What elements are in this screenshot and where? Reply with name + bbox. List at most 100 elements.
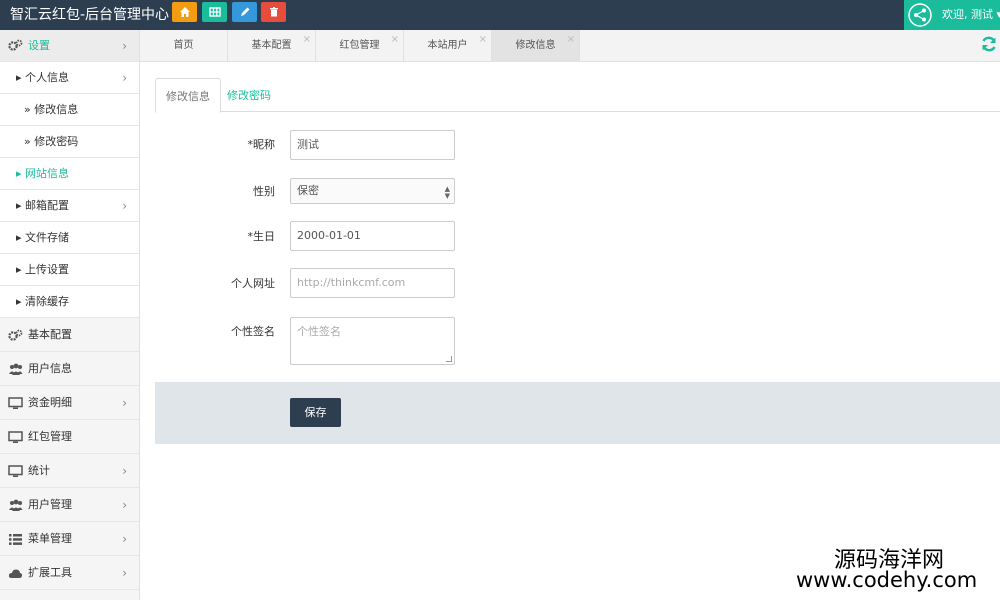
sidebar-item-fund-details[interactable]: 资金明细 › [0,386,139,420]
sidebar-item-basic-config[interactable]: 基本配置 [0,318,139,352]
sidebar-item-label: 用户信息 [28,362,72,375]
birthday-label: *生日 [247,230,276,243]
home-button[interactable] [172,2,197,22]
app-title: 智汇云红包-后台管理中心 [10,7,170,23]
chevron-right-icon: › [122,199,127,213]
nickname-label: *昵称 [247,138,276,151]
gender-select-value: 保密 [297,184,319,197]
website-label: 个人网址 [231,277,275,290]
chevron-right-icon: › [122,464,127,478]
share-icon [908,3,932,27]
sidebar-item-label: 基本配置 [28,328,72,341]
tab-label: 红包管理 [339,40,380,51]
sidebar-item-file-storage[interactable]: ▸ 文件存储 [0,222,139,254]
gear-icon [8,329,23,345]
sidebar-item-label: 扩展工具 [28,566,72,579]
grid-icon [208,7,221,17]
signature-textarea[interactable]: 个性签名 [290,317,455,365]
tab-label: 首页 [173,40,194,51]
tab-edit-info[interactable]: 修改信息 × [492,30,580,62]
tab-basic-config[interactable]: 基本配置 × [228,30,316,62]
monitor-icon [8,465,23,481]
sidebar-item-label: » 修改密码 [24,126,78,158]
tab-site-users[interactable]: 本站用户 × [404,30,492,62]
sidebar-item-text: 邮箱配置 [25,199,70,212]
tab-edit-info-form[interactable]: 修改信息 [155,78,221,113]
watermark-url: www.codehy.com [796,568,978,592]
sidebar-item-label: 资金明细 [28,396,72,409]
sidebar-item-text: 文件存储 [25,231,70,244]
tab-redpacket-mgmt[interactable]: 红包管理 × [316,30,404,62]
tab-home[interactable]: 首页 [140,30,228,62]
sidebar-item-text: 修改信息 [34,103,79,116]
form-tabs: 修改信息 修改密码 [155,78,1000,113]
sidebar-item-label: 菜单管理 [28,532,72,545]
tab-label: 修改信息 [515,40,556,51]
sidebar-item-label: 红包管理 [28,430,72,443]
form-actions [155,382,1000,444]
tab-label: 基本配置 [251,40,292,51]
sidebar-item-label: 统计 [28,464,50,477]
nickname-input[interactable]: 测试 [290,130,455,160]
sidebar-item-settings[interactable]: 设置 › [0,30,139,62]
delete-button[interactable] [261,2,286,22]
sidebar-item-change-password[interactable]: » 修改密码 [0,126,139,158]
sidebar-item-text: 修改密码 [34,135,79,148]
chevron-right-icon: › [122,396,127,410]
sidebar-item-clear-cache[interactable]: ▸ 清除缓存 [0,286,139,318]
sidebar-item-redpacket-mgmt[interactable]: 红包管理 [0,420,139,454]
edit-button[interactable] [232,2,257,22]
close-icon[interactable]: × [303,24,311,56]
users-icon [8,499,23,515]
resize-handle[interactable] [446,356,452,362]
sidebar-item-email-config[interactable]: ▸ 邮箱配置 › [0,190,139,222]
sidebar-item-personal-info[interactable]: ▸ 个人信息 › [0,62,139,94]
website-input[interactable]: http://thinkcmf.com [290,268,455,298]
sidebar-item-label: » 修改信息 [24,94,78,126]
sidebar-item-edit-info[interactable]: » 修改信息 [0,94,139,126]
double-chevron-icon: » [24,135,35,148]
chevron-right-icon: › [122,498,127,512]
refresh-icon[interactable] [980,35,998,53]
top-bar: 智汇云红包-后台管理中心 欢迎, 测试 ▾ [0,0,1000,30]
gender-label: 性别 [253,185,275,198]
chevron-right-icon: › [122,566,127,580]
sidebar-item-menu-mgmt[interactable]: 菜单管理 › [0,522,139,556]
sidebar-item-label: ▸ 文件存储 [16,222,69,254]
sidebar-item-extensions[interactable]: 扩展工具 › [0,556,139,590]
sidebar-item-user-mgmt[interactable]: 用户管理 › [0,488,139,522]
close-icon[interactable]: × [479,24,487,56]
birthday-input[interactable]: 2000-01-01 [290,221,455,251]
sidebar-item-statistics[interactable]: 统计 › [0,454,139,488]
sidebar-item-label: ▸ 上传设置 [16,254,69,286]
chevron-right-icon: › [122,71,127,85]
sidebar-item-label: 设置 [28,39,50,52]
user-menu[interactable]: 欢迎, 测试 ▾ [904,0,1000,30]
sidebar-item-user-info[interactable]: 用户信息 [0,352,139,386]
close-icon[interactable]: × [567,24,575,56]
caret-right-icon: ▸ [16,167,26,180]
close-icon[interactable]: × [391,24,399,56]
sidebar-item-label: ▸ 个人信息 [16,62,69,94]
welcome-text: 欢迎, 测试 [942,8,993,21]
tab-change-password[interactable]: 修改密码 [217,78,281,113]
tab-label: 本站用户 [427,40,468,51]
signature-label: 个性签名 [231,325,275,338]
double-chevron-icon: » [24,103,35,116]
monitor-icon [8,431,23,447]
sidebar-item-upload-settings[interactable]: ▸ 上传设置 [0,254,139,286]
gender-select[interactable]: 保密 ▲ ▼ [290,178,455,204]
sidebar-item-label: ▸ 清除缓存 [16,286,69,318]
caret-right-icon: ▸ [16,199,26,212]
chevron-right-icon: › [122,532,127,546]
chevron-right-icon: › [122,39,127,53]
sidebar-item-text: 个人信息 [25,71,70,84]
save-button[interactable]: 保存 [290,398,341,427]
sidebar-item-label: 用户管理 [28,498,72,511]
caret-right-icon: ▸ [16,295,26,308]
caret-right-icon: ▸ [16,231,26,244]
grid-button[interactable] [202,2,227,22]
sidebar-item-site-info[interactable]: ▸ 网站信息 [0,158,139,190]
users-icon [8,363,23,379]
list-icon [8,533,23,549]
